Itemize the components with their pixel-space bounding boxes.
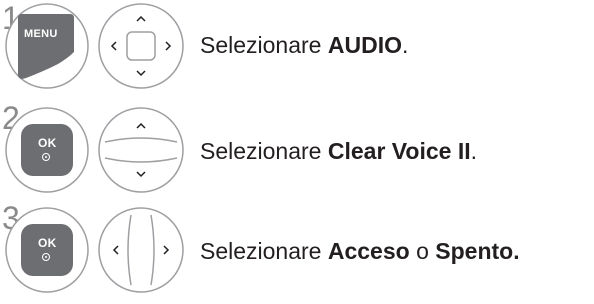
instruction-bold-2: Spento. (435, 238, 520, 264)
up-down-navigation-icon (98, 107, 184, 193)
ok-button-icon (5, 107, 89, 193)
step-2: 2 OK Selezionare Clear Voice II. (0, 100, 594, 196)
left-right-navigation-icon (98, 207, 184, 293)
ok-button[interactable]: OK (4, 206, 90, 294)
navigation-pad[interactable] (96, 206, 186, 294)
instruction-middle: o (409, 238, 436, 264)
instruction-text: Selezionare Acceso o Spento. (200, 238, 520, 265)
instruction-bold-1: Acceso (327, 238, 410, 264)
step-1: 1 MENU Selezionare AUDIO. (0, 0, 594, 96)
instruction-suffix: . (401, 32, 409, 58)
ok-button-label: OK (38, 236, 57, 250)
menu-button-label: MENU (24, 28, 58, 40)
step-3: 3 OK Selezionare Acceso o Spento. (0, 200, 594, 296)
instruction-bold-1: AUDIO (327, 32, 402, 58)
ok-dot-icon (42, 253, 50, 261)
ok-button-icon (5, 207, 89, 293)
instruction-prefix: Selezionare (200, 238, 328, 264)
instruction-prefix: Selezionare (200, 32, 328, 58)
ok-button[interactable]: OK (4, 106, 90, 194)
instruction-prefix: Selezionare (200, 138, 328, 164)
instruction-bold-1: Clear Voice II (327, 138, 471, 164)
instruction-text: Selezionare Clear Voice II. (200, 138, 477, 165)
menu-button[interactable]: MENU (4, 2, 90, 90)
navigation-pad[interactable] (96, 106, 186, 194)
four-way-navigation-pad-icon (98, 3, 184, 89)
instruction-text: Selezionare AUDIO. (200, 32, 408, 59)
instruction-suffix: . (470, 138, 478, 164)
navigation-pad[interactable] (96, 2, 186, 90)
ok-dot-icon (42, 153, 50, 161)
menu-button-icon (5, 3, 89, 89)
ok-button-label: OK (38, 136, 57, 150)
